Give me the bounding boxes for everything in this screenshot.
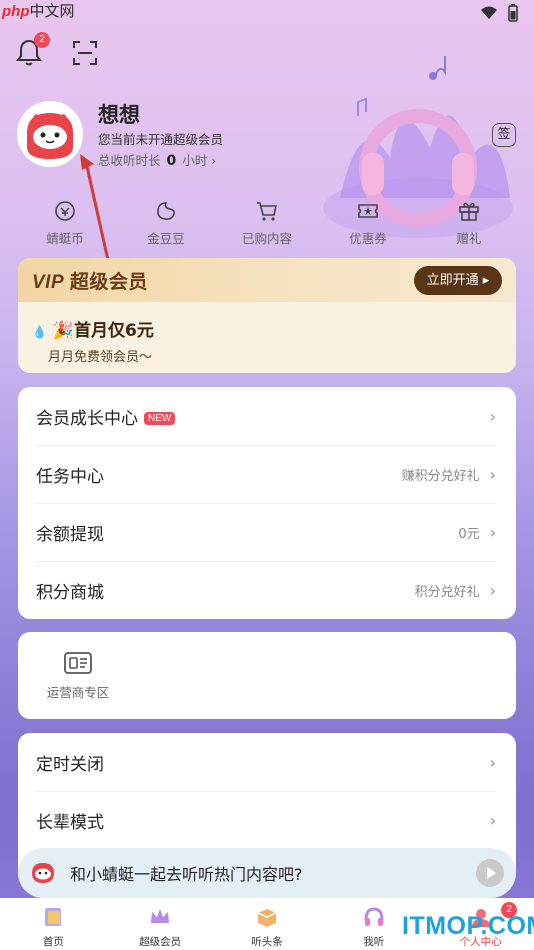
coupon-icon [358, 204, 378, 218]
status-icons [480, 4, 518, 22]
menu-row-task-center[interactable]: 任务中心 赚积分兑好礼 › [18, 445, 516, 503]
quick-link-bean[interactable]: 金豆豆 [131, 199, 201, 247]
row-label: 任务中心 [36, 466, 104, 487]
row-label: 会员成长中心 [36, 408, 138, 429]
chevron-right-icon: › [489, 464, 496, 484]
quick-link-purchased[interactable]: 已购内容 [232, 199, 302, 247]
row-label: 定时关闭 [36, 754, 104, 775]
status-bar: php中文网 [0, 0, 534, 28]
watermark: php中文网 [2, 3, 75, 20]
coin-icon [55, 201, 75, 221]
ai-suggestion-bar[interactable]: 和小蜻蜓一起去听听热门内容吧? [18, 848, 516, 898]
site-watermark: ITMOP.COM [402, 912, 534, 940]
scan-button[interactable] [72, 40, 98, 66]
row-hint: 0元 [458, 526, 480, 542]
sim-card-icon [64, 652, 92, 674]
crown-icon [151, 909, 170, 923]
open-vip-button[interactable]: 立即开通 ▸ [414, 266, 502, 295]
bean-icon [157, 202, 175, 220]
row-label: 积分商城 [36, 582, 104, 603]
headphone-icon [364, 907, 384, 926]
menu-row-growth-center[interactable]: 会员成长中心 NEW › [18, 387, 516, 445]
avatar[interactable] [17, 101, 83, 167]
quick-links: 蜻蜓币 金豆豆 已购内容 优惠券 赠礼 [18, 199, 516, 247]
menu-row-withdraw[interactable]: 余额提现 0元 › [18, 503, 516, 561]
vip-card[interactable]: VIP 超级会员 立即开通 ▸ 💧 🎉首月仅6元 月月免费领会员～ [18, 258, 516, 373]
vip-promo: 💧 🎉首月仅6元 [32, 321, 154, 341]
headlines-box-icon [257, 909, 277, 927]
row-label: 余额提现 [36, 524, 104, 545]
menu-card-main: 会员成长中心 NEW › 任务中心 赚积分兑好礼 › 余额提现 0元 › 积分商城… [18, 387, 516, 619]
quick-link-gift[interactable]: 赠礼 [434, 199, 504, 247]
home-book-icon [45, 908, 62, 926]
chevron-right-icon: › [489, 522, 496, 542]
menu-row-points-mall[interactable]: 积分商城 积分兑好礼 › [18, 561, 516, 619]
vip-title: VIP 超级会员 [32, 272, 148, 293]
notification-button[interactable]: 2 [16, 32, 50, 68]
notification-badge: 2 [34, 32, 50, 48]
sign-in-button[interactable]: 签 [492, 123, 516, 147]
menu-row-elder-mode[interactable]: 长辈模式 › [18, 791, 516, 849]
battery-icon [508, 4, 518, 22]
vip-status-text: 您当前未开通超级会员 [98, 132, 224, 147]
scan-icon [73, 41, 97, 65]
vip-card-header: VIP 超级会员 立即开通 ▸ [18, 258, 516, 302]
menu-row-timer-off[interactable]: 定时关闭 › [18, 733, 516, 791]
wifi-icon [481, 6, 497, 19]
new-badge: NEW [144, 411, 176, 425]
top-actions: 2 [16, 32, 106, 70]
chevron-right-icon: › [489, 810, 496, 830]
row-hint: 积分兑好礼 [414, 584, 480, 600]
chevron-right-icon: › [489, 406, 496, 426]
tab-headlines[interactable]: 听头条 [214, 898, 321, 950]
row-label: 长辈模式 [36, 812, 104, 833]
chevron-right-icon: › [489, 580, 496, 600]
mascot-avatar-icon [19, 103, 81, 165]
operator-zone-button[interactable]: 运营商专区 [38, 650, 118, 701]
vip-subtitle: 月月免费领会员～ [48, 350, 153, 365]
gift-icon [459, 202, 479, 221]
mascot-icon [32, 863, 54, 883]
cart-icon [257, 202, 277, 221]
tab-home[interactable]: 首页 [0, 898, 107, 950]
chevron-right-icon: › [489, 752, 496, 772]
quick-link-coupon[interactable]: 优惠券 [333, 199, 403, 247]
tab-super-vip[interactable]: 超级会员 [107, 898, 214, 950]
row-hint: 赚积分兑好礼 [401, 468, 480, 484]
ai-suggestion-text: 和小蜻蜓一起去听听热门内容吧? [70, 865, 303, 884]
play-button[interactable] [476, 859, 504, 887]
operator-card: 运营商专区 [18, 632, 516, 719]
quick-link-coin[interactable]: 蜻蜓币 [30, 199, 100, 247]
user-name[interactable]: 想想 [98, 99, 140, 129]
